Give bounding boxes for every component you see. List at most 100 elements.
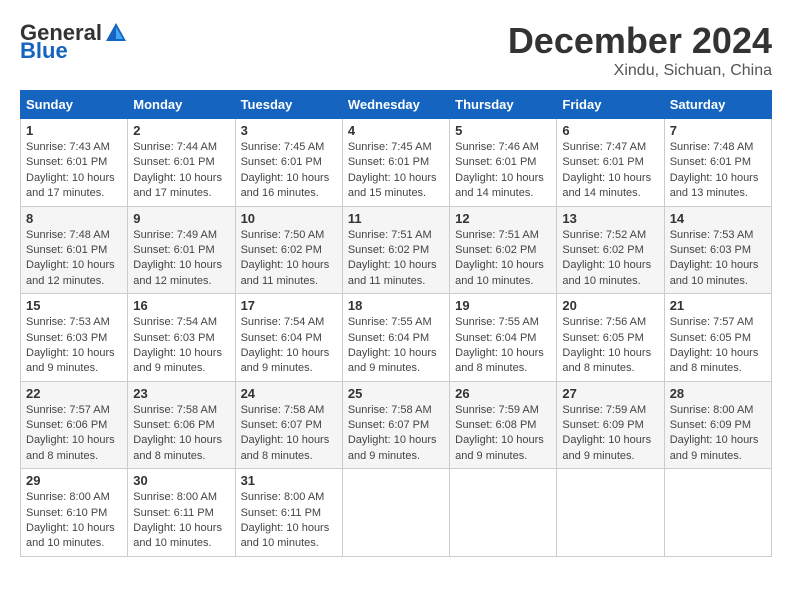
calendar-cell: 6 Sunrise: 7:47 AMSunset: 6:01 PMDayligh…: [557, 119, 664, 207]
day-info: Sunrise: 7:58 AMSunset: 6:07 PMDaylight:…: [348, 404, 437, 462]
calendar-cell: 12 Sunrise: 7:51 AMSunset: 6:02 PMDaylig…: [450, 206, 557, 294]
calendar-cell: 25 Sunrise: 7:58 AMSunset: 6:07 PMDaylig…: [342, 381, 449, 469]
calendar-cell: 19 Sunrise: 7:55 AMSunset: 6:04 PMDaylig…: [450, 294, 557, 382]
calendar-cell: 3 Sunrise: 7:45 AMSunset: 6:01 PMDayligh…: [235, 119, 342, 207]
day-number: 18: [348, 298, 444, 313]
calendar-cell: 21 Sunrise: 7:57 AMSunset: 6:05 PMDaylig…: [664, 294, 771, 382]
day-info: Sunrise: 7:48 AMSunset: 6:01 PMDaylight:…: [670, 141, 759, 199]
calendar-header-friday: Friday: [557, 91, 664, 119]
day-info: Sunrise: 7:49 AMSunset: 6:01 PMDaylight:…: [133, 229, 222, 287]
calendar-cell: [664, 469, 771, 557]
day-number: 10: [241, 211, 337, 226]
day-info: Sunrise: 7:53 AMSunset: 6:03 PMDaylight:…: [670, 229, 759, 287]
day-info: Sunrise: 8:00 AMSunset: 6:10 PMDaylight:…: [26, 491, 115, 549]
day-number: 3: [241, 123, 337, 138]
calendar-cell: [450, 469, 557, 557]
day-info: Sunrise: 7:54 AMSunset: 6:03 PMDaylight:…: [133, 316, 222, 374]
day-number: 7: [670, 123, 766, 138]
calendar-cell: 11 Sunrise: 7:51 AMSunset: 6:02 PMDaylig…: [342, 206, 449, 294]
day-info: Sunrise: 7:44 AMSunset: 6:01 PMDaylight:…: [133, 141, 222, 199]
calendar-cell: [342, 469, 449, 557]
day-number: 9: [133, 211, 229, 226]
calendar-cell: 22 Sunrise: 7:57 AMSunset: 6:06 PMDaylig…: [21, 381, 128, 469]
calendar-week-row: 8 Sunrise: 7:48 AMSunset: 6:01 PMDayligh…: [21, 206, 772, 294]
calendar-cell: 16 Sunrise: 7:54 AMSunset: 6:03 PMDaylig…: [128, 294, 235, 382]
calendar-week-row: 22 Sunrise: 7:57 AMSunset: 6:06 PMDaylig…: [21, 381, 772, 469]
day-number: 4: [348, 123, 444, 138]
calendar-cell: 1 Sunrise: 7:43 AMSunset: 6:01 PMDayligh…: [21, 119, 128, 207]
calendar-week-row: 15 Sunrise: 7:53 AMSunset: 6:03 PMDaylig…: [21, 294, 772, 382]
day-info: Sunrise: 7:43 AMSunset: 6:01 PMDaylight:…: [26, 141, 115, 199]
calendar-cell: 30 Sunrise: 8:00 AMSunset: 6:11 PMDaylig…: [128, 469, 235, 557]
logo: General Blue: [20, 20, 128, 64]
day-info: Sunrise: 7:54 AMSunset: 6:04 PMDaylight:…: [241, 316, 330, 374]
day-number: 20: [562, 298, 658, 313]
calendar-cell: 2 Sunrise: 7:44 AMSunset: 6:01 PMDayligh…: [128, 119, 235, 207]
calendar-cell: 28 Sunrise: 8:00 AMSunset: 6:09 PMDaylig…: [664, 381, 771, 469]
day-number: 1: [26, 123, 122, 138]
day-number: 25: [348, 386, 444, 401]
day-number: 16: [133, 298, 229, 313]
calendar-cell: 4 Sunrise: 7:45 AMSunset: 6:01 PMDayligh…: [342, 119, 449, 207]
calendar-header-wednesday: Wednesday: [342, 91, 449, 119]
day-number: 30: [133, 473, 229, 488]
day-info: Sunrise: 7:57 AMSunset: 6:06 PMDaylight:…: [26, 404, 115, 462]
day-info: Sunrise: 7:53 AMSunset: 6:03 PMDaylight:…: [26, 316, 115, 374]
calendar-cell: 20 Sunrise: 7:56 AMSunset: 6:05 PMDaylig…: [557, 294, 664, 382]
calendar-header-row: SundayMondayTuesdayWednesdayThursdayFrid…: [21, 91, 772, 119]
calendar-cell: 24 Sunrise: 7:58 AMSunset: 6:07 PMDaylig…: [235, 381, 342, 469]
calendar-cell: 18 Sunrise: 7:55 AMSunset: 6:04 PMDaylig…: [342, 294, 449, 382]
day-info: Sunrise: 7:57 AMSunset: 6:05 PMDaylight:…: [670, 316, 759, 374]
day-number: 26: [455, 386, 551, 401]
day-number: 6: [562, 123, 658, 138]
day-info: Sunrise: 7:56 AMSunset: 6:05 PMDaylight:…: [562, 316, 651, 374]
day-info: Sunrise: 7:48 AMSunset: 6:01 PMDaylight:…: [26, 229, 115, 287]
day-number: 17: [241, 298, 337, 313]
day-info: Sunrise: 7:55 AMSunset: 6:04 PMDaylight:…: [455, 316, 544, 374]
day-info: Sunrise: 7:59 AMSunset: 6:08 PMDaylight:…: [455, 404, 544, 462]
day-info: Sunrise: 7:45 AMSunset: 6:01 PMDaylight:…: [348, 141, 437, 199]
day-number: 5: [455, 123, 551, 138]
day-number: 15: [26, 298, 122, 313]
calendar-cell: 13 Sunrise: 7:52 AMSunset: 6:02 PMDaylig…: [557, 206, 664, 294]
calendar-week-row: 1 Sunrise: 7:43 AMSunset: 6:01 PMDayligh…: [21, 119, 772, 207]
day-number: 12: [455, 211, 551, 226]
day-info: Sunrise: 7:51 AMSunset: 6:02 PMDaylight:…: [348, 229, 437, 287]
day-number: 13: [562, 211, 658, 226]
calendar-cell: 7 Sunrise: 7:48 AMSunset: 6:01 PMDayligh…: [664, 119, 771, 207]
day-info: Sunrise: 7:59 AMSunset: 6:09 PMDaylight:…: [562, 404, 651, 462]
day-number: 14: [670, 211, 766, 226]
calendar-cell: 10 Sunrise: 7:50 AMSunset: 6:02 PMDaylig…: [235, 206, 342, 294]
day-number: 11: [348, 211, 444, 226]
logo-icon: [104, 21, 128, 45]
calendar-cell: 17 Sunrise: 7:54 AMSunset: 6:04 PMDaylig…: [235, 294, 342, 382]
day-info: Sunrise: 7:52 AMSunset: 6:02 PMDaylight:…: [562, 229, 651, 287]
calendar-header-sunday: Sunday: [21, 91, 128, 119]
day-number: 23: [133, 386, 229, 401]
day-number: 8: [26, 211, 122, 226]
day-number: 28: [670, 386, 766, 401]
calendar-table: SundayMondayTuesdayWednesdayThursdayFrid…: [20, 90, 772, 557]
calendar-header-saturday: Saturday: [664, 91, 771, 119]
day-number: 24: [241, 386, 337, 401]
logo-blue-text: Blue: [20, 38, 68, 64]
day-number: 21: [670, 298, 766, 313]
day-number: 31: [241, 473, 337, 488]
calendar-cell: 8 Sunrise: 7:48 AMSunset: 6:01 PMDayligh…: [21, 206, 128, 294]
calendar-header-tuesday: Tuesday: [235, 91, 342, 119]
location: Xindu, Sichuan, China: [508, 62, 772, 80]
calendar-header-thursday: Thursday: [450, 91, 557, 119]
day-info: Sunrise: 7:51 AMSunset: 6:02 PMDaylight:…: [455, 229, 544, 287]
day-info: Sunrise: 7:50 AMSunset: 6:02 PMDaylight:…: [241, 229, 330, 287]
day-info: Sunrise: 8:00 AMSunset: 6:09 PMDaylight:…: [670, 404, 759, 462]
calendar-cell: 9 Sunrise: 7:49 AMSunset: 6:01 PMDayligh…: [128, 206, 235, 294]
day-number: 27: [562, 386, 658, 401]
calendar-week-row: 29 Sunrise: 8:00 AMSunset: 6:10 PMDaylig…: [21, 469, 772, 557]
calendar-cell: [557, 469, 664, 557]
calendar-cell: 5 Sunrise: 7:46 AMSunset: 6:01 PMDayligh…: [450, 119, 557, 207]
day-info: Sunrise: 7:45 AMSunset: 6:01 PMDaylight:…: [241, 141, 330, 199]
page-header: General Blue December 2024 Xindu, Sichua…: [20, 20, 772, 80]
calendar-cell: 29 Sunrise: 8:00 AMSunset: 6:10 PMDaylig…: [21, 469, 128, 557]
day-number: 2: [133, 123, 229, 138]
calendar-cell: 23 Sunrise: 7:58 AMSunset: 6:06 PMDaylig…: [128, 381, 235, 469]
